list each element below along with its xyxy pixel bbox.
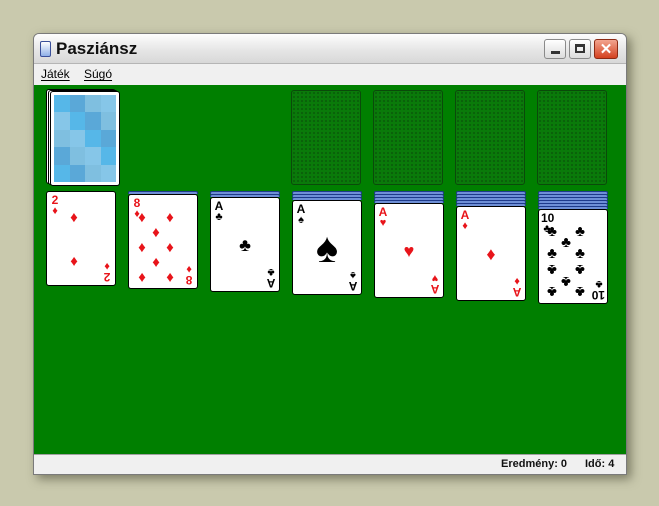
score-display: Eredmény: 0 <box>501 458 568 470</box>
clubs-icon: ♣ <box>575 223 585 240</box>
card-back-cell <box>69 112 85 130</box>
card-corner-index: A ♦ <box>511 275 523 299</box>
card-corner-index: 10 ♣ <box>591 278 605 302</box>
card-back-cell <box>85 129 101 148</box>
menu-bar: Játék Súgó <box>34 64 626 84</box>
card-back-cell <box>54 95 70 113</box>
status-bar: Eredmény: 0 Idő: 4 <box>34 454 626 474</box>
close-icon: ✕ <box>599 40 613 58</box>
tableau-card-5[interactable]: A ♥ A ♥ ♥ <box>374 203 444 298</box>
card-corner-index: 2 ♦ <box>101 260 113 284</box>
clubs-icon: ♣ <box>575 283 585 300</box>
card-corner-index: 8 ♦ <box>183 263 195 287</box>
maximize-button[interactable] <box>569 39 591 59</box>
diamonds-icon: ♦ <box>138 209 146 226</box>
card-back-cell <box>69 164 85 182</box>
card-back-cell <box>85 164 101 182</box>
card-corner-index: A ♦ <box>459 209 471 232</box>
card-back-cell <box>69 95 85 113</box>
game-table: 2 ♦ 2 ♦ ♦ ♦ 8 ♦ 8 ♦ ♦ ♦ ♦ ♦ ♦ ♦ ♦ ♦ A ♣ A ♣ ♣ A ♠ A ♠ ♠ A ♥ A ♥ ♥ A ♦ A ♦ ♦ 10… <box>34 85 626 454</box>
card-rank: A <box>430 282 440 296</box>
card-back-cell <box>54 164 70 182</box>
card-back-cell <box>85 112 101 130</box>
tableau-card-3[interactable]: A ♣ A ♣ ♣ <box>210 197 280 292</box>
card-rank: A <box>348 279 358 293</box>
tableau-card-7[interactable]: 10 ♣ 10 ♣ ♣ ♣ ♣ ♣ ♣ ♣ ♣ ♣ ♣ ♣ <box>538 209 608 304</box>
diamonds-icon: ♦ <box>166 269 174 286</box>
diamonds-icon: ♦ <box>138 239 146 256</box>
diamonds-icon: ♦ <box>138 269 146 286</box>
diamonds-icon: ♦ <box>152 254 160 271</box>
clubs-icon: ♣ <box>547 245 557 262</box>
card-back-cell <box>54 112 70 130</box>
minimize-icon <box>551 51 560 54</box>
window-title: Pasziánsz <box>56 39 138 58</box>
card-corner-index: A ♠ <box>347 269 359 293</box>
diamonds-icon: ♦ <box>70 253 78 270</box>
card-rank: 10 <box>591 288 605 302</box>
card-rank: A <box>266 276 276 290</box>
diamonds-icon: ♦ <box>462 220 468 232</box>
card-back-cell <box>69 147 85 165</box>
card-back-cell <box>85 95 101 113</box>
card-back-cell <box>69 129 85 148</box>
diamonds-icon: ♦ <box>166 239 174 256</box>
foundation-slot-1[interactable] <box>291 90 361 185</box>
solitaire-window: Pasziánsz ✕ Játék Súgó 2 ♦ 2 ♦ ♦ ♦ 8 ♦ 8 ♦ ♦ ♦ ♦ ♦ ♦ ♦ ♦… <box>33 33 627 475</box>
card-corner-index: A ♠ <box>295 203 307 226</box>
card-back-cell <box>54 129 70 148</box>
card-back-cell <box>100 164 116 182</box>
close-button[interactable]: ✕ <box>594 39 618 59</box>
menu-game[interactable]: Játék <box>41 67 70 81</box>
menu-help[interactable]: Súgó <box>84 67 112 81</box>
card-back-cell <box>54 147 70 165</box>
clubs-icon: ♣ <box>575 261 585 278</box>
card-corner-index: A ♣ <box>213 200 225 223</box>
foundation-slot-4[interactable] <box>537 90 607 185</box>
card-rank: 8 <box>185 273 193 287</box>
minimize-button[interactable] <box>544 39 566 59</box>
card-back-cell <box>100 95 116 113</box>
diamonds-icon: ♦ <box>152 224 160 241</box>
card-rank: 2 <box>103 270 111 284</box>
solitaire-app-icon <box>40 41 51 57</box>
card-corner-index: 2 ♦ <box>49 194 61 217</box>
foundation-slot-3[interactable] <box>455 90 525 185</box>
diamonds-icon: ♦ <box>70 209 78 226</box>
title-bar[interactable]: Pasziánsz ✕ <box>34 34 626 64</box>
card-back-cell <box>100 112 116 130</box>
foundation-slot-2[interactable] <box>373 90 443 185</box>
spades-icon: ♠ <box>298 214 304 226</box>
card-rank: A <box>512 285 522 299</box>
stock-pile[interactable] <box>50 91 120 186</box>
card-back-cell <box>100 129 116 148</box>
time-display: Idő: 4 <box>585 458 615 470</box>
diamonds-icon: ♦ <box>166 209 174 226</box>
card-back-cell <box>85 147 101 165</box>
card-back-cell <box>100 147 116 165</box>
diamonds-icon: ♦ <box>52 205 58 217</box>
tableau-card-2[interactable]: 8 ♦ 8 ♦ ♦ ♦ ♦ ♦ ♦ ♦ ♦ ♦ <box>128 194 198 289</box>
spades-icon: ♠ <box>315 224 339 271</box>
hearts-icon: ♥ <box>379 217 387 229</box>
card-corner-index: A ♥ <box>429 272 441 296</box>
clubs-icon: ♣ <box>215 211 223 223</box>
hearts-icon: ♥ <box>403 241 415 261</box>
card-corner-index: A ♥ <box>377 206 389 229</box>
maximize-icon <box>575 44 585 53</box>
card-back-pattern <box>54 95 116 182</box>
clubs-icon: ♣ <box>575 245 585 262</box>
diamonds-icon: ♦ <box>486 244 496 264</box>
tableau-card-4[interactable]: A ♠ A ♠ ♠ <box>292 200 362 295</box>
tableau-card-6[interactable]: A ♦ A ♦ ♦ <box>456 206 526 301</box>
tableau-card-1[interactable]: 2 ♦ 2 ♦ ♦ ♦ <box>46 191 116 286</box>
card-corner-index: A ♣ <box>265 266 277 290</box>
clubs-icon: ♣ <box>547 283 557 300</box>
clubs-icon: ♣ <box>239 235 251 255</box>
